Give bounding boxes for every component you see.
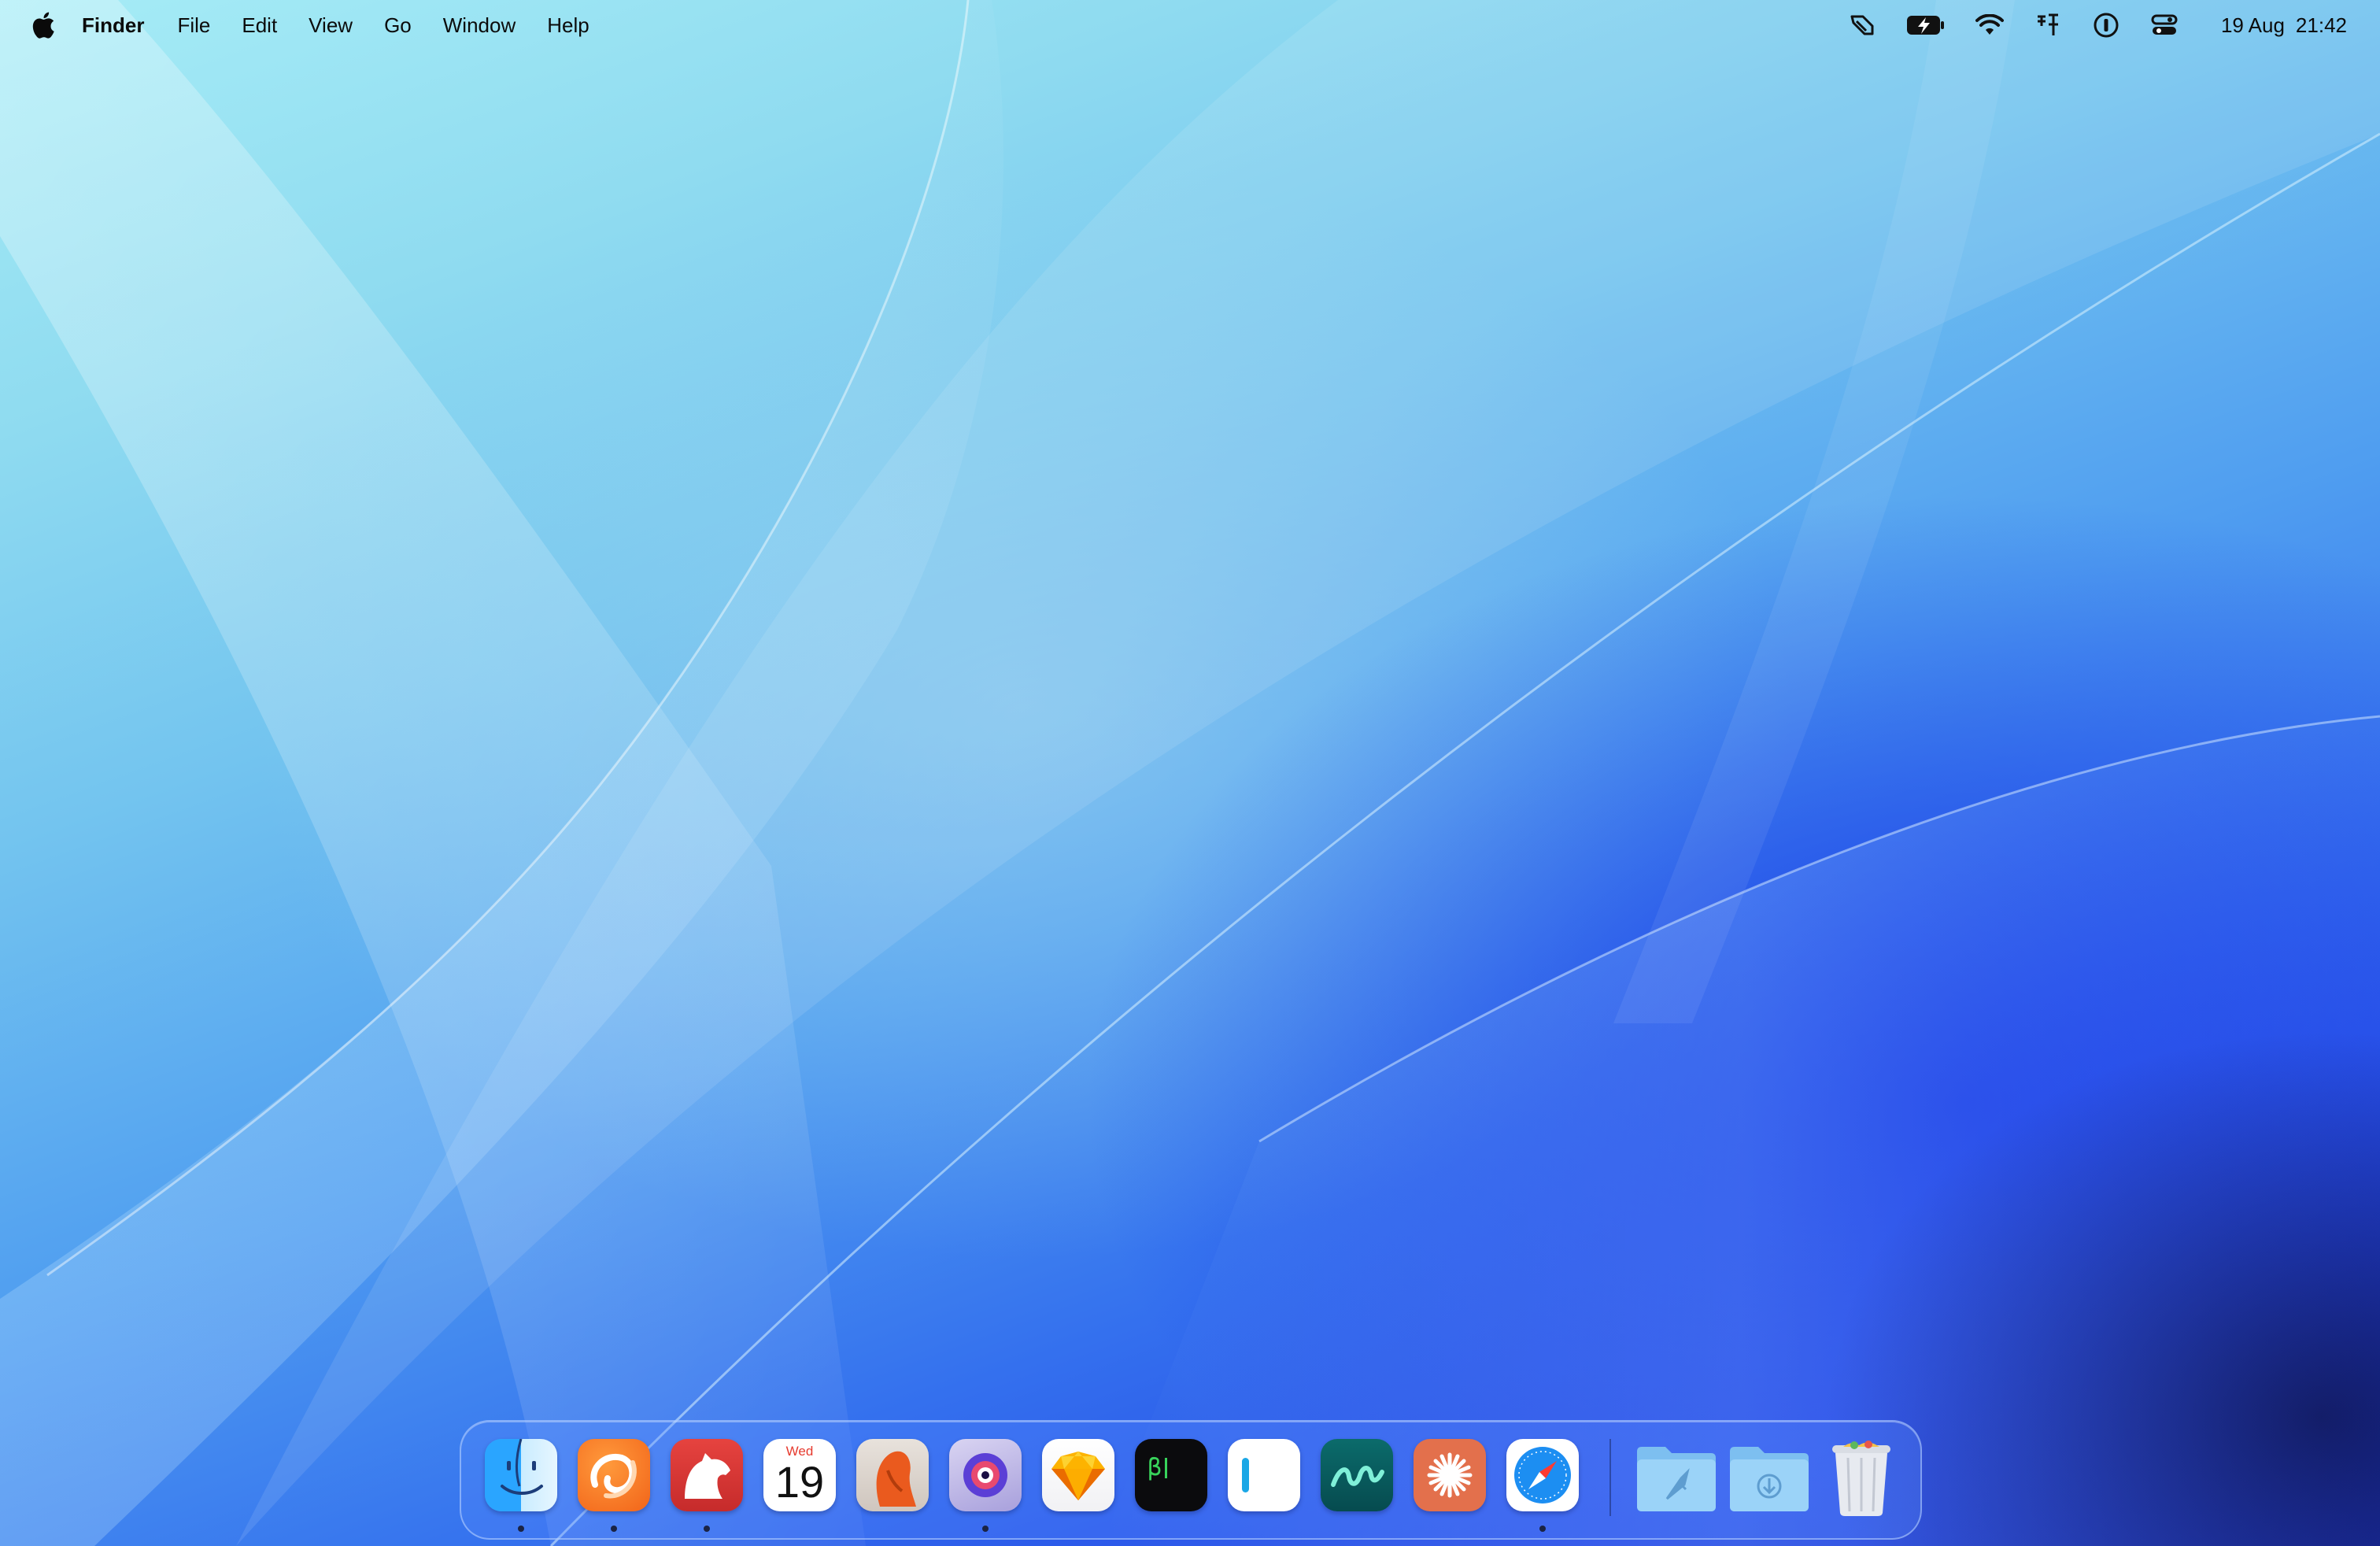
wallpaper [0, 0, 2380, 1546]
menu-bar-clock[interactable]: 19 Aug 21:42 [2221, 13, 2347, 38]
finder-icon [501, 1439, 543, 1495]
clock-date: 19 Aug [2220, 13, 2285, 37]
dock: Wed 19 β [460, 1420, 1922, 1540]
apple-logo-icon[interactable] [30, 11, 55, 39]
bear-icon [685, 1453, 730, 1499]
svg-text:β: β [1148, 1454, 1162, 1481]
white-bar-icon [1242, 1458, 1249, 1492]
purple-eye-icon [963, 1453, 1007, 1497]
dock-app-safari[interactable] [1506, 1439, 1579, 1511]
dock-app-finder[interactable] [485, 1439, 557, 1511]
dock-app-calendar[interactable]: Wed 19 [763, 1439, 836, 1511]
sketch-diamond-icon [1051, 1452, 1105, 1500]
running-indicator [982, 1526, 989, 1532]
orange-swirl-icon [590, 1453, 637, 1499]
dock-app-purple-eye[interactable] [949, 1439, 1022, 1511]
safari-compass-icon [1514, 1447, 1571, 1503]
clock-time: 21:42 [2295, 13, 2347, 37]
desktop[interactable]: Finder File Edit View Go Window Help 19 … [0, 0, 2380, 1546]
dock-app-orange-swirl[interactable] [578, 1439, 650, 1511]
dock-app-sketch[interactable] [1042, 1439, 1114, 1511]
running-indicator [704, 1526, 710, 1532]
dock-separator [1609, 1439, 1611, 1516]
menu-help[interactable]: Help [547, 13, 589, 38]
dock-app-freeform[interactable] [1321, 1439, 1393, 1511]
terminal-beta-icon: β [1148, 1454, 1167, 1481]
battery-charging-icon[interactable] [1905, 9, 1947, 41]
dock-app-terminal-beta[interactable]: β [1135, 1439, 1207, 1511]
trash-icon[interactable] [1828, 1439, 1895, 1518]
asterisk-burst-icon [1427, 1452, 1473, 1498]
menu-bar: Finder File Edit View Go Window Help 19 … [0, 0, 2380, 50]
menu-app-name[interactable]: Finder [82, 13, 144, 38]
running-indicator [611, 1526, 617, 1532]
control-center-icon[interactable] [2149, 9, 2180, 41]
menu-view[interactable]: View [309, 13, 353, 38]
running-indicator [1539, 1526, 1546, 1532]
dock-app-orange-figure[interactable] [856, 1439, 929, 1511]
running-indicator [518, 1526, 524, 1532]
squiggle-icon [1331, 1466, 1384, 1487]
menu-window[interactable]: Window [443, 13, 516, 38]
menu-file[interactable]: File [177, 13, 210, 38]
wifi-icon[interactable] [1974, 9, 2005, 41]
dock-app-white-bar[interactable] [1228, 1439, 1300, 1511]
downloads-folder-icon[interactable] [1728, 1444, 1810, 1513]
dock-app-bear[interactable] [671, 1439, 743, 1511]
calendar-date: 19 [774, 1457, 825, 1507]
orange-figure-icon [876, 1451, 916, 1507]
menu-go[interactable]: Go [384, 13, 412, 38]
applications-folder-icon[interactable] [1635, 1444, 1717, 1513]
dock-app-claude[interactable] [1414, 1439, 1486, 1511]
hand-pointer-icon[interactable] [1846, 9, 1878, 41]
menu-edit[interactable]: Edit [242, 13, 277, 38]
password-manager-icon[interactable] [2090, 9, 2122, 41]
text-input-icon[interactable] [2032, 9, 2064, 41]
